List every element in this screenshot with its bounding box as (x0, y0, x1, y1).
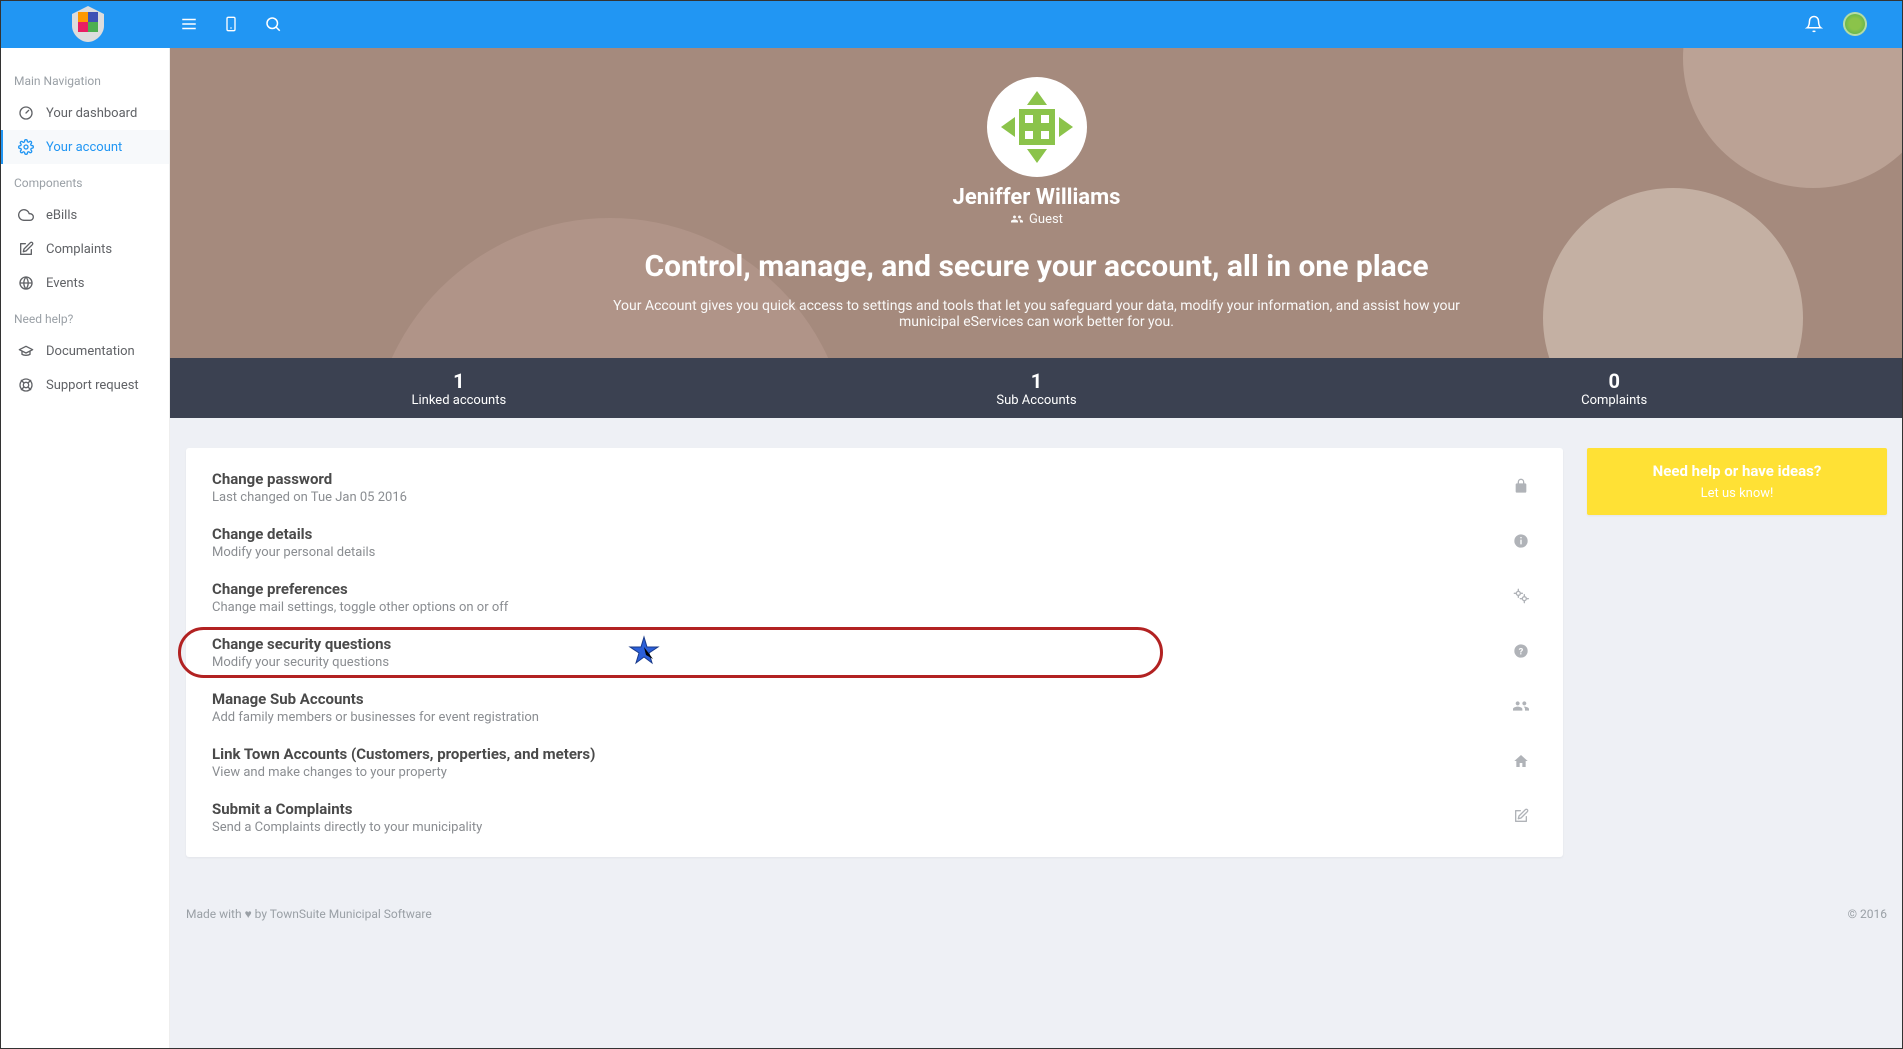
footer-left: Made with ♥ by TownSuite Municipal Softw… (186, 907, 432, 921)
option-title: Submit a Complaints (212, 800, 1511, 818)
sidebar-item-label: Events (46, 276, 84, 291)
stat-value: 1 (1031, 369, 1042, 393)
sidebar-item-documentation[interactable]: Documentation (0, 334, 169, 368)
gauge-icon (18, 105, 34, 121)
sidebar-item-label: eBills (46, 208, 77, 223)
stat-complaints[interactable]: 0Complaints (1325, 358, 1903, 418)
stats-bar: 1Linked accounts1Sub Accounts0Complaints (170, 358, 1903, 418)
user-avatar-large (987, 77, 1087, 177)
user-avatar-small[interactable] (1843, 12, 1867, 36)
gear-icon (18, 139, 34, 155)
edit-icon (1511, 808, 1531, 828)
edit-icon (18, 241, 34, 257)
stat-label: Sub Accounts (996, 393, 1076, 408)
stat-label: Linked accounts (412, 393, 507, 408)
help-card[interactable]: Need help or have ideas? Let us know! (1587, 448, 1887, 515)
sidebar-item-label: Complaints (46, 242, 112, 257)
topbar-right (1805, 12, 1867, 36)
option-submit-a-complaints[interactable]: Submit a Complaints Send a Complaints dir… (186, 790, 1563, 845)
option-title: Link Town Accounts (Customers, propertie… (212, 745, 1511, 763)
sidebar-item-label: Your account (46, 140, 122, 155)
app-logo[interactable] (66, 2, 110, 46)
stat-sub-accounts[interactable]: 1Sub Accounts (748, 358, 1326, 418)
option-desc: View and make changes to your property (212, 765, 1511, 780)
home-icon (1511, 753, 1531, 773)
info-icon (1511, 533, 1531, 553)
sidebar-item-complaints[interactable]: Complaints (0, 232, 169, 266)
option-desc: Add family members or businesses for eve… (212, 710, 1511, 725)
help-card-link[interactable]: Let us know! (1607, 486, 1867, 501)
menu-icon[interactable] (180, 15, 198, 33)
svg-text:?: ? (1519, 646, 1524, 657)
sidebar-item-events[interactable]: Events (0, 266, 169, 300)
stat-label: Complaints (1581, 393, 1647, 408)
sidebar-heading: Need help? (0, 300, 169, 334)
option-change-password[interactable]: Change password Last changed on Tue Jan 0… (186, 460, 1563, 515)
topbar (0, 0, 1903, 48)
lock-icon (1511, 478, 1531, 498)
bell-icon[interactable] (1805, 15, 1823, 33)
option-title: Change details (212, 525, 1511, 543)
sidebar-item-label: Documentation (46, 344, 135, 359)
option-title: Change security questions (212, 635, 1511, 653)
lifebuoy-icon (18, 377, 34, 393)
search-icon[interactable] (264, 15, 282, 33)
sidebar-item-ebills[interactable]: eBills (0, 198, 169, 232)
calendar-globe-icon (18, 275, 34, 291)
main-content: Jeniffer Williams Guest Control, manage,… (170, 48, 1903, 1049)
hero-user-role: Guest (1010, 212, 1063, 227)
sidebar-heading: Components (0, 164, 169, 198)
users-icon (1511, 698, 1531, 718)
sidebar-item-label: Support request (46, 378, 139, 393)
option-desc: Send a Complaints directly to your munic… (212, 820, 1511, 835)
option-title: Change password (212, 470, 1511, 488)
hero-banner: Jeniffer Williams Guest Control, manage,… (170, 48, 1903, 358)
option-change-preferences[interactable]: Change preferences Change mail settings, … (186, 570, 1563, 625)
footer: Made with ♥ by TownSuite Municipal Softw… (170, 891, 1903, 937)
hero-title: Control, manage, and secure your account… (644, 249, 1428, 284)
stat-linked-accounts[interactable]: 1Linked accounts (170, 358, 748, 418)
heart-icon: ♥ (245, 907, 252, 921)
stat-value: 1 (453, 369, 464, 393)
option-desc: Change mail settings, toggle other optio… (212, 600, 1511, 615)
hero-user-name: Jeniffer Williams (953, 185, 1121, 210)
cloud-icon (18, 207, 34, 223)
mobile-icon[interactable] (222, 15, 240, 33)
option-desc: Modify your personal details (212, 545, 1511, 560)
option-title: Manage Sub Accounts (212, 690, 1511, 708)
footer-link[interactable]: TownSuite Municipal Software (270, 907, 432, 921)
hero-subtitle: Your Account gives you quick access to s… (587, 298, 1487, 330)
sidebar-heading: Main Navigation (0, 62, 169, 96)
help-card-title: Need help or have ideas? (1607, 462, 1867, 480)
footer-right: © 2016 (1848, 907, 1887, 921)
account-options-card: Change password Last changed on Tue Jan 0… (186, 448, 1563, 857)
cogs-icon (1511, 588, 1531, 608)
option-link-town-accounts-customers-properties-and-meters-[interactable]: Link Town Accounts (Customers, propertie… (186, 735, 1563, 790)
option-desc: Last changed on Tue Jan 05 2016 (212, 490, 1511, 505)
option-change-security-questions[interactable]: Change security questions Modify your sec… (186, 625, 1563, 680)
stat-value: 0 (1608, 369, 1619, 393)
sidebar: Main Navigation Your dashboard Your accoun… (0, 48, 170, 1049)
option-title: Change preferences (212, 580, 1511, 598)
sidebar-item-your-dashboard[interactable]: Your dashboard (0, 96, 169, 130)
option-desc: Modify your security questions (212, 655, 1511, 670)
sidebar-item-label: Your dashboard (46, 106, 137, 121)
sidebar-item-your-account[interactable]: Your account (0, 130, 169, 164)
option-change-details[interactable]: Change details Modify your personal detai… (186, 515, 1563, 570)
grad-cap-icon (18, 343, 34, 359)
question-icon: ? (1511, 643, 1531, 663)
option-manage-sub-accounts[interactable]: Manage Sub Accounts Add family members or… (186, 680, 1563, 735)
toolbar-icons (180, 15, 282, 33)
sidebar-item-support-request[interactable]: Support request (0, 368, 169, 402)
